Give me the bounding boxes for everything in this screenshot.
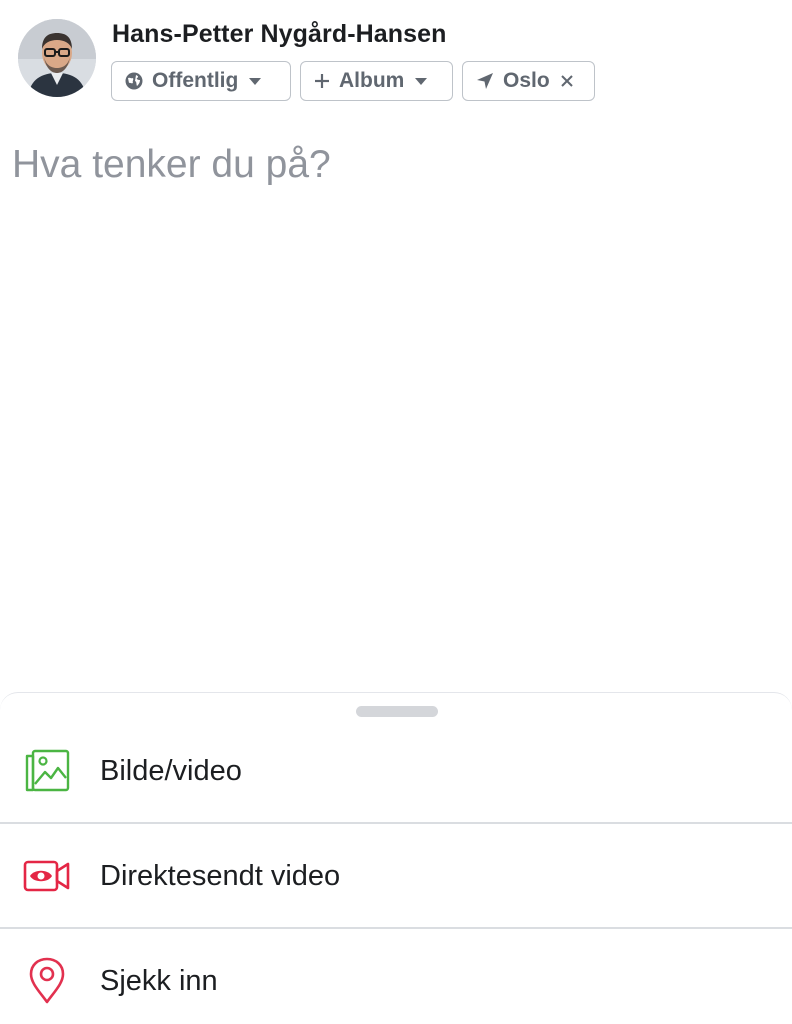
live-video-action[interactable]: Direktesendt video <box>0 824 792 928</box>
live-video-icon <box>22 851 72 901</box>
action-sheet: Bilde/video Direktesendt video Sjekk inn <box>0 692 792 1024</box>
close-icon[interactable] <box>560 74 574 88</box>
photo-gallery-icon <box>22 746 72 796</box>
chevron-down-icon <box>414 76 428 86</box>
check-in-action[interactable]: Sjekk inn <box>0 929 792 1024</box>
avatar[interactable] <box>18 19 96 97</box>
privacy-label: Offentlig <box>152 69 239 92</box>
check-in-label: Sjekk inn <box>100 964 218 997</box>
live-video-label: Direktesendt video <box>100 859 341 892</box>
photo-video-label: Bilde/video <box>100 754 242 787</box>
plus-icon <box>313 72 331 90</box>
post-composer-input[interactable]: Hva tenker du på? <box>12 143 331 187</box>
location-pin-icon <box>22 956 72 1006</box>
privacy-selector[interactable]: Offentlig <box>111 61 291 101</box>
user-name[interactable]: Hans-Petter Nygård-Hansen <box>112 20 447 49</box>
location-chip[interactable]: Oslo <box>462 61 595 101</box>
album-label: Album <box>339 69 405 92</box>
audience-chips: Offentlig Album Oslo <box>111 61 595 101</box>
album-selector[interactable]: Album <box>300 61 453 101</box>
globe-icon <box>124 71 144 91</box>
location-arrow-icon <box>475 71 495 91</box>
post-header: Hans-Petter Nygård-Hansen Offentlig Albu… <box>0 0 792 110</box>
chevron-down-icon <box>248 76 262 86</box>
photo-video-action[interactable]: Bilde/video <box>0 719 792 823</box>
location-label: Oslo <box>503 69 550 92</box>
sheet-drag-handle[interactable] <box>356 706 438 717</box>
